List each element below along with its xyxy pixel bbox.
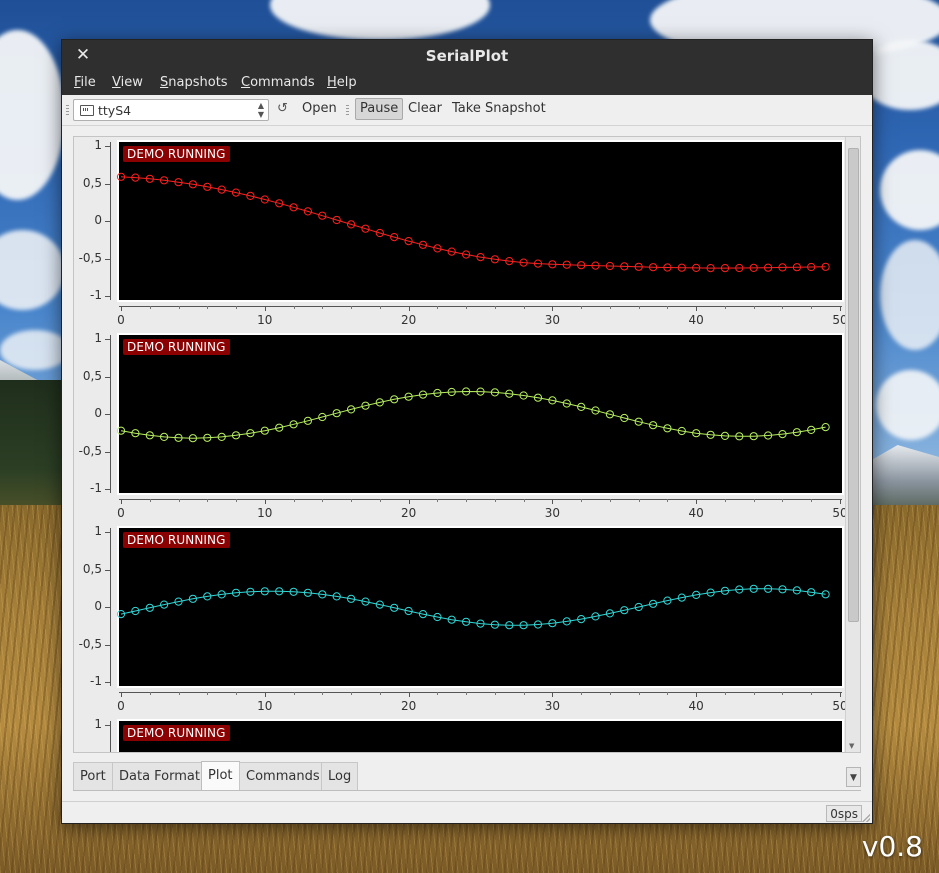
series-plot bbox=[116, 387, 830, 443]
series-plot bbox=[116, 584, 830, 630]
version-label: v0.8 bbox=[861, 830, 923, 863]
menu-file-label: ile bbox=[80, 75, 96, 90]
pause-button[interactable]: Pause bbox=[355, 98, 404, 120]
x-tick-label: 40 bbox=[688, 313, 704, 327]
menu-file[interactable]: File bbox=[74, 75, 96, 90]
title-bar[interactable]: ✕ SerialPlot bbox=[62, 40, 872, 71]
refresh-icon[interactable]: ↺ bbox=[277, 101, 288, 116]
series-plot bbox=[116, 172, 830, 273]
cloud bbox=[0, 330, 70, 370]
x-tick-label: 30 bbox=[544, 313, 561, 327]
menu-commands[interactable]: Commands bbox=[241, 75, 315, 90]
y-tick-mark bbox=[105, 725, 110, 726]
plot-panel-4: DEMO RUNNING 1 bbox=[74, 716, 846, 752]
window-title: SerialPlot bbox=[425, 47, 509, 65]
tab-divider bbox=[73, 790, 861, 791]
clear-button[interactable]: Clear bbox=[404, 98, 446, 120]
y-tick-label: 1 bbox=[94, 717, 102, 731]
status-bar: 0sps bbox=[62, 801, 872, 824]
x-tick-label: 20 bbox=[400, 506, 417, 520]
menu-view[interactable]: View bbox=[112, 75, 143, 90]
toolbar-grip[interactable] bbox=[346, 105, 349, 117]
menu-commands-label: ommands bbox=[250, 75, 315, 90]
x-tick-label: 30 bbox=[544, 699, 561, 713]
tab-log[interactable]: Log bbox=[321, 762, 359, 790]
demo-running-badge: DEMO RUNNING bbox=[123, 725, 230, 741]
tab-bar: Port Data Format Plot Commands Log ▼ bbox=[73, 761, 861, 791]
plot-panel-2: DEMO RUNNING 1 0,5 0 -0,5 -1 0 10 20 30 40 50 bbox=[74, 330, 848, 523]
plot-panel-3: DEMO RUNNING 1 0,5 0 -0,5 -1 0 10 20 30 40 50 bbox=[74, 523, 848, 716]
cloud bbox=[876, 370, 939, 440]
sample-rate: 0sps bbox=[826, 805, 862, 822]
menu-snapshots-label: napshots bbox=[168, 75, 228, 90]
series-line bbox=[120, 390, 826, 439]
x-tick-label: 0 bbox=[117, 699, 125, 713]
serialplot-window: ✕ SerialPlot File View Snapshots Command… bbox=[61, 39, 873, 824]
menu-view-label: iew bbox=[120, 75, 143, 90]
plot-scrollbar[interactable]: ▼ bbox=[845, 137, 860, 752]
menu-help[interactable]: Help bbox=[327, 75, 357, 90]
open-button[interactable]: Open bbox=[298, 98, 341, 120]
plot-stack: DEMO RUNNING 1 0,5 0 -0,5 -1 0 10 20 30 40 50 DEMO R… bbox=[74, 137, 848, 752]
x-tick-label: 10 bbox=[257, 506, 273, 520]
x-tick-label: 20 bbox=[400, 699, 417, 713]
port-select-value: ttyS4 bbox=[98, 103, 132, 118]
y-axis bbox=[110, 721, 111, 752]
tab-dropdown-icon[interactable]: ▼ bbox=[846, 767, 861, 787]
x-tick-label: 40 bbox=[688, 699, 704, 713]
plot-area: DEMO RUNNING 1 0,5 0 -0,5 -1 0 10 20 30 40 50 DEMO R… bbox=[73, 136, 861, 753]
menu-help-mnemonic: H bbox=[327, 75, 337, 90]
take-snapshot-button[interactable]: Take Snapshot bbox=[448, 98, 550, 120]
series-line bbox=[120, 176, 826, 269]
plot-canvas[interactable]: DEMO RUNNING bbox=[117, 719, 844, 752]
toolbar-grip[interactable] bbox=[66, 105, 69, 117]
toolbar: ttyS4 ▲ ▼ ↺ Open Pause Clear Take Snapsho… bbox=[62, 95, 872, 126]
menu-bar: File View Snapshots Commands Help bbox=[62, 71, 872, 95]
series-line bbox=[120, 588, 826, 626]
menu-view-mnemonic: V bbox=[112, 75, 121, 90]
port-select[interactable]: ttyS4 ▲ ▼ bbox=[73, 99, 269, 121]
resize-grip[interactable] bbox=[862, 814, 870, 822]
x-tick-label: 40 bbox=[688, 506, 704, 520]
x-tick-label: 0 bbox=[117, 506, 125, 520]
x-tick-label: 20 bbox=[400, 313, 417, 327]
tab-commands[interactable]: Commands bbox=[239, 762, 327, 790]
menu-commands-mnemonic: C bbox=[241, 75, 251, 90]
tab-data-format[interactable]: Data Format bbox=[112, 762, 207, 790]
scrollbar-thumb[interactable] bbox=[848, 148, 859, 622]
scroll-down-icon[interactable]: ▼ bbox=[849, 742, 854, 750]
spin-arrows-icon[interactable]: ▲ ▼ bbox=[258, 101, 264, 119]
menu-help-label: elp bbox=[336, 75, 357, 90]
tab-plot[interactable]: Plot bbox=[201, 761, 240, 791]
serial-port-icon bbox=[80, 105, 94, 116]
plot-panel-1: DEMO RUNNING 1 0,5 0 -0,5 -1 0 10 20 30 40 50 bbox=[74, 137, 848, 330]
x-tick-label: 30 bbox=[544, 506, 561, 520]
x-tick-label: 10 bbox=[257, 313, 273, 327]
x-tick-label: 0 bbox=[117, 313, 125, 327]
menu-snapshots[interactable]: Snapshots bbox=[160, 75, 228, 90]
tab-port[interactable]: Port bbox=[73, 762, 113, 790]
x-tick-label: 10 bbox=[257, 699, 273, 713]
